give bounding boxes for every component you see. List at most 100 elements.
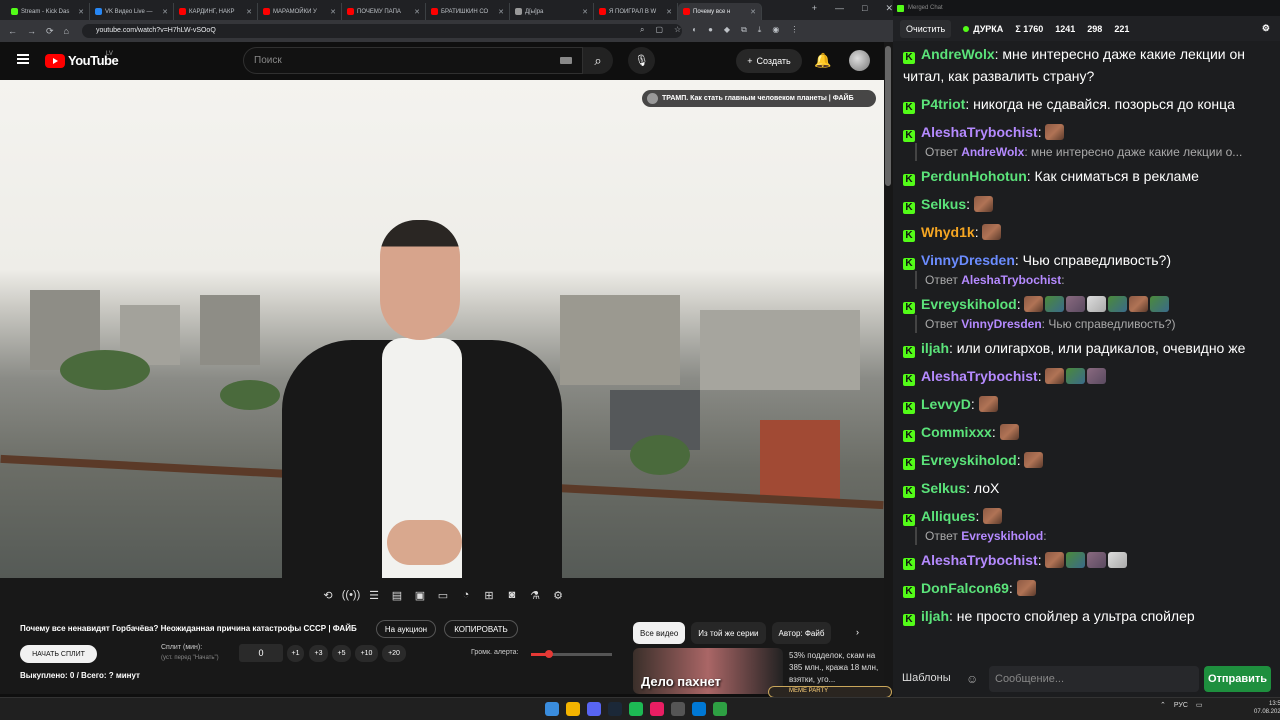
reload-icon[interactable]: ⟳ (46, 26, 54, 37)
browser-tab[interactable]: КАРДИНГ, НАКР ✕ (174, 3, 258, 20)
chat-username[interactable]: Commixxx (921, 424, 992, 440)
video-player[interactable] (0, 80, 884, 578)
extension-icon[interactable]: ◐ (692, 25, 697, 35)
download-icon[interactable]: ⤓ (758, 25, 762, 35)
windows-start-icon[interactable] (545, 702, 559, 716)
tab-close-icon[interactable]: ✕ (498, 8, 504, 16)
auction-button[interactable]: На аукцион (376, 620, 436, 638)
keyboard-icon[interactable] (560, 57, 572, 64)
tab-close-icon[interactable]: ✕ (78, 8, 84, 16)
voice-search-button[interactable]: 🎙 (628, 47, 655, 74)
language-indicator[interactable]: РУС (1174, 702, 1188, 709)
scrollbar-thumb[interactable] (885, 46, 891, 186)
chip-all-videos[interactable]: Все видео (633, 622, 686, 644)
notifications-bell-icon[interactable]: 🔔 (814, 52, 831, 69)
chat-username[interactable]: iljah (921, 608, 949, 624)
increment-button[interactable]: +5 (332, 645, 351, 662)
browser-tab[interactable]: МАРАМОЙКИ У ✕ (258, 3, 342, 20)
chat-username[interactable]: LevvyD (921, 396, 971, 412)
split-minutes-input[interactable]: 0 (239, 644, 283, 662)
emoji-icon[interactable]: ☺ (966, 672, 978, 686)
loop-icon[interactable]: ⟲ (320, 588, 336, 602)
new-tab-icon[interactable]: + (812, 3, 817, 14)
tab-close-icon[interactable]: ✕ (246, 8, 252, 16)
app-icon[interactable] (713, 702, 727, 716)
tab-close-icon[interactable]: ✕ (582, 8, 588, 16)
playlist-icon[interactable]: ☰ (366, 588, 382, 602)
chevron-right-icon[interactable]: › (856, 627, 859, 637)
hamburger-menu-icon[interactable] (17, 54, 29, 64)
puzzle-icon[interactable]: ⧉ (741, 25, 747, 35)
back-icon[interactable]: ← (8, 26, 17, 36)
spotify-icon[interactable] (629, 702, 643, 716)
avatar[interactable] (849, 50, 870, 71)
browser-tab[interactable]: Я ПОИГРАЛ В W ✕ (594, 3, 678, 20)
home-icon[interactable]: ⌂ (64, 26, 69, 36)
extension-icon[interactable]: ◆ (724, 25, 730, 35)
increment-button[interactable]: +1 (287, 645, 304, 662)
forward-icon[interactable]: → (27, 26, 36, 36)
app-icon[interactable] (671, 702, 685, 716)
alert-volume-knob[interactable] (544, 650, 553, 658)
browser-tab[interactable]: ПОЧЕМУ ПАПА ✕ (342, 3, 426, 20)
network-icon[interactable]: ▭ (1196, 701, 1203, 709)
chat-username[interactable]: Evreyskiholod (921, 452, 1017, 468)
start-split-button[interactable]: НАЧАТЬ СПЛИТ (20, 645, 97, 663)
clock[interactable]: 13:50 07.08.2026 (1254, 700, 1280, 716)
recommended-thumbnail[interactable]: Дело пахнет (633, 648, 783, 694)
browser-tab[interactable]: VK Видео Live — ✕ (90, 3, 174, 20)
increment-button[interactable]: +3 (309, 645, 328, 662)
browser-tab[interactable]: Д[ы]ра ✕ (510, 3, 594, 20)
chat-settings-gear-icon[interactable]: ⚙ (1262, 23, 1270, 34)
steam-icon[interactable] (608, 702, 622, 716)
tab-close-icon[interactable]: ✕ (666, 8, 672, 16)
zoom-icon[interactable]: ⌕ (640, 25, 644, 35)
subtitles-icon[interactable]: ▭ (435, 588, 451, 602)
tab-close-icon[interactable]: ✕ (414, 8, 420, 16)
chip-same-series[interactable]: Из той же серии (691, 622, 766, 644)
extension-icon[interactable]: ● (708, 25, 713, 35)
chat-username[interactable]: AleshaTrybochist (921, 368, 1038, 384)
chat-username[interactable]: VinnyDresden (921, 252, 1015, 268)
chip-author[interactable]: Автор: Файб (771, 622, 832, 644)
tray-chevron-icon[interactable]: ⌃ (1160, 701, 1166, 709)
tab-close-icon[interactable]: ✕ (330, 8, 336, 16)
chat-username[interactable]: Alliques (921, 508, 975, 524)
maximize-icon[interactable]: □ (862, 3, 867, 14)
url-field[interactable]: youtube.com/watch?v=H7hLW-vSOoQ (82, 24, 682, 38)
next-video-pill[interactable]: ТРАМП. Как стать главным человеком плане… (642, 90, 876, 107)
add-icon[interactable]: ⊞ (481, 588, 497, 602)
browser-tab[interactable]: БРАТИШКИН СО ✕ (426, 3, 510, 20)
clear-button[interactable]: Очистить (900, 19, 952, 38)
search-button[interactable]: ⌕ (583, 47, 613, 74)
screenshot-icon[interactable]: ◙ (504, 588, 520, 602)
clapper-icon[interactable]: ▤ (389, 588, 405, 602)
pip-icon[interactable]: ▣ (412, 588, 428, 602)
templates-button[interactable]: Шаблоны (902, 672, 951, 684)
broadcast-icon[interactable]: ((•)) (342, 588, 361, 602)
tab-close-icon[interactable]: ✕ (162, 8, 168, 16)
chat-username[interactable]: Evreyskiholod (921, 296, 1017, 312)
chat-username[interactable]: AndreWolx (921, 46, 995, 62)
create-button[interactable]: + Создать (736, 49, 802, 73)
page-scrollbar[interactable] (884, 42, 893, 694)
youtube-logo[interactable]: YouTube LV (45, 51, 119, 68)
increment-button[interactable]: +10 (355, 645, 378, 662)
chat-username[interactable]: AleshaTrybochist (921, 124, 1038, 140)
increment-button[interactable]: +20 (382, 645, 406, 662)
bookmark-star-icon[interactable]: ☆ (674, 25, 681, 35)
search-input[interactable]: Поиск (243, 47, 583, 74)
chat-username[interactable]: AleshaTrybochist (921, 552, 1038, 568)
browser-tab[interactable]: Почему все н ✕ (678, 3, 762, 20)
flask-icon[interactable]: ⚗ (527, 588, 543, 602)
browser-tab[interactable]: Stream - Kick Das ✕ (6, 3, 90, 20)
tab-close-icon[interactable]: ✕ (750, 8, 756, 16)
chat-message-input[interactable]: Сообщение... (989, 666, 1199, 692)
install-icon[interactable]: ▢ (655, 25, 663, 35)
chat-username[interactable]: Selkus (921, 196, 966, 212)
chat-username[interactable]: Whyd1k (921, 224, 975, 240)
browser-menu-icon[interactable]: ⋮ (790, 25, 798, 35)
close-icon[interactable]: ✕ (885, 3, 893, 14)
chrome-icon[interactable] (566, 702, 580, 716)
chat-username[interactable]: P4triot (921, 96, 965, 112)
